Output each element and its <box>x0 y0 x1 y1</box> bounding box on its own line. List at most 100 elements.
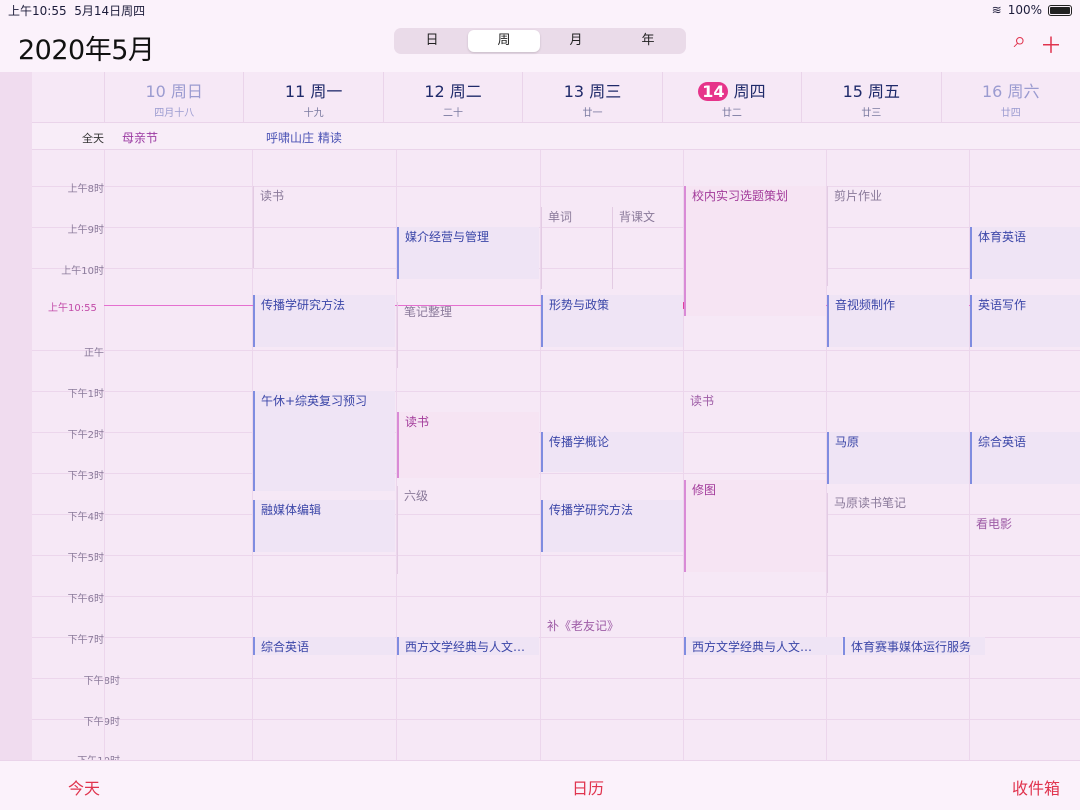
status-bar: 上午10:55 5月14日周四 ≋ 100% <box>0 0 1080 20</box>
event[interactable]: 读书 <box>253 186 395 268</box>
event[interactable]: 媒介经营与管理 <box>397 227 539 279</box>
allday-event[interactable]: 呼啸山庄 精读 <box>260 128 348 148</box>
battery-icon <box>1048 4 1072 16</box>
day-lunar: 廿三 <box>861 108 882 119</box>
hour-label: 下午3时 <box>67 471 104 482</box>
event[interactable]: 传播学研究方法 <box>253 295 395 347</box>
tab-day[interactable]: 日 <box>396 30 468 52</box>
day-lunar: 二十 <box>443 108 464 119</box>
event[interactable]: 读书 <box>397 412 539 478</box>
hour-label: 正午 <box>84 348 104 359</box>
hour-label: 上午10时 <box>61 266 104 277</box>
event[interactable]: 体育赛事媒体运行服务 <box>843 637 985 655</box>
day-name: 周五 <box>868 82 901 101</box>
status-date: 5月14日周四 <box>74 3 146 18</box>
event[interactable]: 读书 <box>684 391 826 473</box>
search-icon[interactable]: ⌕ <box>1014 28 1026 60</box>
day-num: 13 <box>563 82 585 101</box>
event[interactable]: 修图 <box>684 480 826 572</box>
event[interactable]: 单词 <box>541 207 611 289</box>
tab-year[interactable]: 年 <box>612 30 684 52</box>
hour-label: 下午1时 <box>67 389 104 400</box>
day-header-fri[interactable]: 15 周五廿三 <box>801 72 940 122</box>
bottom-toolbar: 今天 日历 收件箱 <box>0 760 1080 810</box>
event[interactable]: 马原 <box>827 432 969 484</box>
event[interactable]: 剪片作业 <box>827 186 969 286</box>
tab-week[interactable]: 周 <box>468 30 540 52</box>
day-num: 15 <box>842 82 863 101</box>
day-header-sun[interactable]: 10 周日四月十八 <box>104 72 243 122</box>
page-title: 2020年5月 <box>18 35 155 66</box>
inbox-button[interactable]: 收件箱 <box>1012 775 1060 799</box>
event[interactable]: 补《老友记》 <box>541 616 683 634</box>
event[interactable]: 英语写作 <box>970 295 1080 347</box>
event[interactable]: 西方文学经典与人文… <box>684 637 842 655</box>
today-badge: 14 <box>698 82 729 101</box>
hour-label: 下午5时 <box>67 553 104 564</box>
week-grid: 上午8时 上午9时 上午10时 正午 下午1时 下午2时 下午3时 下午4时 下… <box>32 150 1080 767</box>
event[interactable]: 午休+综英复习预习 <box>253 391 395 491</box>
day-header-tue[interactable]: 12 周二二十 <box>382 72 522 122</box>
battery-percent: 100% <box>1007 3 1042 17</box>
event[interactable]: 综合英语 <box>970 432 1080 484</box>
event[interactable]: 马原读书笔记 <box>827 493 969 593</box>
hour-label: 下午7时 <box>67 635 104 646</box>
day-header-mon[interactable]: 11 周一十九 <box>243 72 382 122</box>
event[interactable]: 西方文学经典与人文… <box>397 637 539 655</box>
day-name: 周二 <box>449 82 482 101</box>
wifi-icon: ≋ <box>991 3 1002 17</box>
day-header-wed[interactable]: 13 周三廿一 <box>522 72 661 122</box>
event[interactable]: 传播学概论 <box>541 432 683 472</box>
add-icon[interactable]: ＋ <box>1040 28 1062 60</box>
day-lunar: 廿四 <box>1000 108 1021 119</box>
event[interactable]: 六级 <box>397 486 539 574</box>
hour-label: 下午8时 <box>83 676 120 687</box>
day-name: 周一 <box>310 82 343 101</box>
hour-label: 下午2时 <box>67 430 104 441</box>
event[interactable]: 看电影 <box>970 514 1080 614</box>
day-num: 11 <box>284 82 306 101</box>
day-num: 12 <box>424 82 445 101</box>
today-button[interactable]: 今天 <box>68 775 100 799</box>
event[interactable]: 传播学研究方法 <box>541 500 683 552</box>
day-name: 周日 <box>170 82 203 101</box>
event[interactable]: 音视频制作 <box>827 295 969 347</box>
day-lunar: 廿一 <box>582 108 603 119</box>
day-num: 16 <box>982 82 1003 101</box>
event[interactable]: 综合英语 <box>253 637 395 655</box>
hour-label: 下午4时 <box>67 512 104 523</box>
current-time-label: 上午10:55 <box>48 303 97 314</box>
hour-label: 下午6时 <box>67 594 104 605</box>
allday-event[interactable]: 母亲节 <box>116 128 164 148</box>
week-day-header: 10 周日四月十八 11 周一十九 12 周二二十 13 周三廿一 14 周四廿… <box>104 72 1080 122</box>
header: 2020年5月 日 周 月 年 ⌕ ＋ <box>0 20 1080 72</box>
event[interactable]: 笔记整理 <box>397 302 539 368</box>
day-name: 周六 <box>1007 82 1040 101</box>
calendars-button[interactable]: 日历 <box>572 775 604 799</box>
day-header-thu[interactable]: 14 周四廿二 <box>661 72 801 122</box>
event[interactable]: 背课文 <box>612 207 682 289</box>
hour-label: 下午9时 <box>83 717 120 728</box>
event[interactable]: 形势与政策 <box>541 295 683 347</box>
allday-row: 全天 母亲节 呼啸山庄 精读 <box>32 122 1080 150</box>
event[interactable]: 校内实习选题策划 <box>684 186 826 316</box>
day-name: 周四 <box>733 82 766 101</box>
allday-label: 全天 <box>82 132 104 145</box>
event[interactable]: 体育英语 <box>970 227 1080 279</box>
header-actions: ⌕ ＋ <box>1014 28 1062 60</box>
hour-label: 上午9时 <box>67 225 104 236</box>
tab-month[interactable]: 月 <box>540 30 612 52</box>
event[interactable]: 融媒体编辑 <box>253 500 395 552</box>
day-num: 10 <box>145 82 166 101</box>
hour-label: 上午8时 <box>67 184 104 195</box>
day-lunar: 四月十八 <box>154 108 195 119</box>
day-name: 周三 <box>589 82 622 101</box>
status-time: 上午10:55 <box>8 3 67 18</box>
sidebar-edge <box>0 72 32 772</box>
day-lunar: 廿二 <box>721 108 742 119</box>
view-segment: 日 周 月 年 <box>394 28 686 54</box>
status-time-date: 上午10:55 5月14日周四 <box>8 2 992 19</box>
day-lunar: 十九 <box>303 108 324 119</box>
status-right: ≋ 100% <box>992 3 1072 17</box>
day-header-sat[interactable]: 16 周六廿四 <box>940 72 1080 122</box>
